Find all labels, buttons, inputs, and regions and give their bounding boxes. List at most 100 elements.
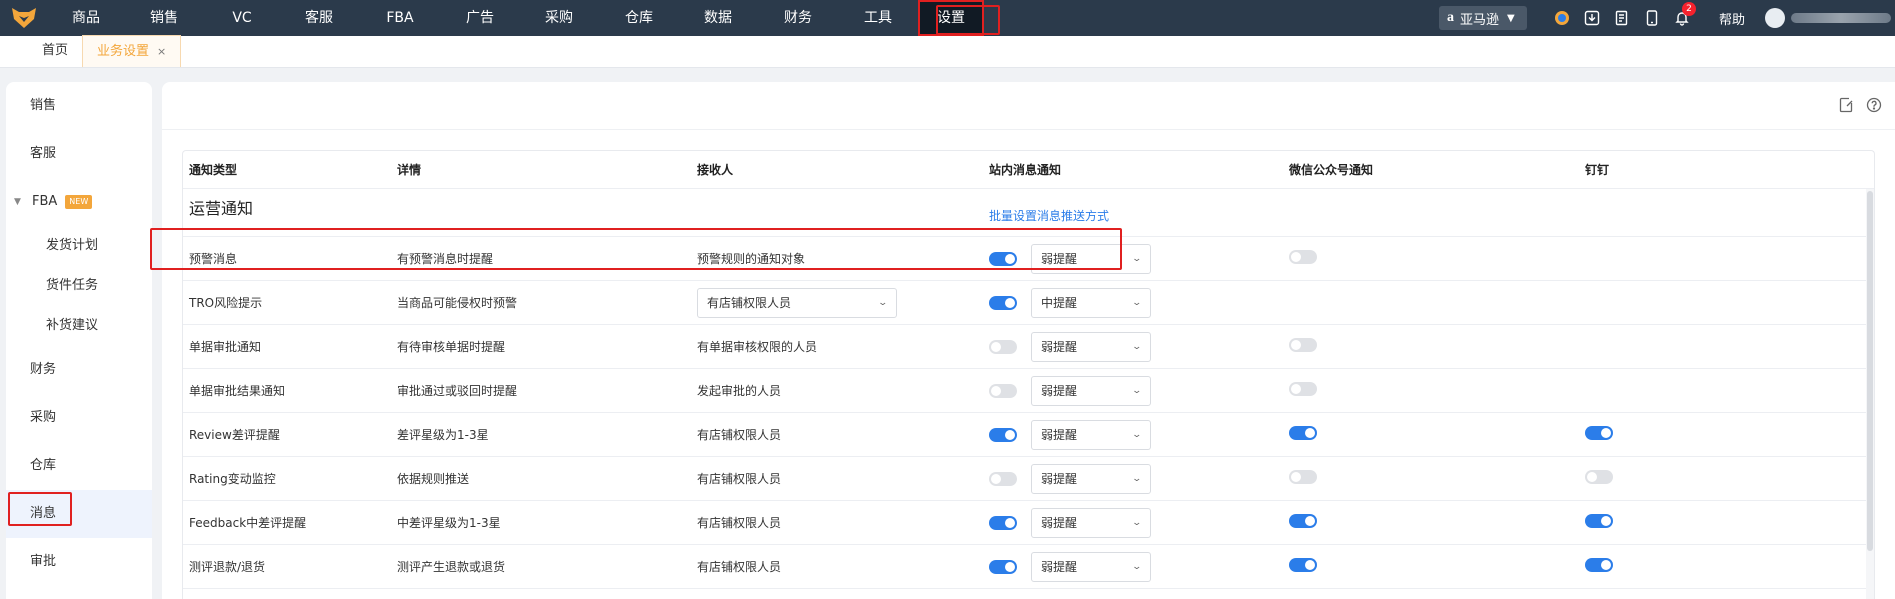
main-menu: 商品 销售 VC 客服 FBA 广告 采购 仓库 数据 财务 工具 设置 xyxy=(48,0,984,36)
sidebar-group-fba[interactable]: ▼ FBA NEW xyxy=(6,178,152,226)
table-header: 通知类型 详情 接收人 站内消息通知 微信公众号通知 钉钉 xyxy=(183,151,1874,189)
dingtalk-toggle[interactable] xyxy=(1585,470,1613,484)
row-wechat xyxy=(1289,250,1585,267)
site-message-toggle[interactable] xyxy=(989,295,1017,310)
download-icon[interactable] xyxy=(1577,0,1607,36)
reminder-level-select[interactable]: 弱提醒 ⌄ xyxy=(1031,375,1151,406)
header-type: 通知类型 xyxy=(189,163,238,177)
document-icon[interactable] xyxy=(1607,0,1637,36)
row-type: 预警消息 xyxy=(189,252,238,266)
wechat-toggle[interactable] xyxy=(1289,382,1317,396)
reminder-level-value: 弱提醒 xyxy=(1041,384,1078,398)
nav-item-6[interactable]: 采购 xyxy=(518,0,600,36)
wechat-toggle[interactable] xyxy=(1289,558,1317,572)
sidebar-item-replenish[interactable]: 补货建议 xyxy=(6,306,152,346)
row-wechat xyxy=(1289,514,1585,531)
chevron-down-icon: ⌄ xyxy=(1131,473,1143,484)
sidebar-item-service[interactable]: 客服 xyxy=(6,130,152,178)
table-body: 预警消息 有预警消息时提醒 预警规则的通知对象 弱提醒 ⌄ TRO风险提示 当商品可能侵权时… xyxy=(183,237,1874,589)
help-link[interactable]: 帮助 xyxy=(1719,9,1745,28)
sidebar-item-message[interactable]: 消息 xyxy=(6,490,152,538)
nav-item-11[interactable]: 设置 xyxy=(918,0,984,36)
feedback-icon[interactable] xyxy=(1837,96,1855,114)
nav-right: a 亚马逊 ▼ 2 帮助 xyxy=(1438,0,1895,36)
site-message-toggle[interactable] xyxy=(989,471,1017,486)
dingtalk-toggle[interactable] xyxy=(1585,514,1613,528)
reminder-level-select[interactable]: 弱提醒 ⌄ xyxy=(1031,331,1151,362)
dingtalk-toggle[interactable] xyxy=(1585,426,1613,440)
wechat-toggle[interactable] xyxy=(1289,250,1317,264)
wechat-toggle[interactable] xyxy=(1289,470,1317,484)
nav-item-10[interactable]: 工具 xyxy=(838,0,918,36)
receiver-select[interactable]: 有店铺权限人员 ⌄ xyxy=(697,287,897,318)
sidebar-item-approval[interactable]: 审批 xyxy=(6,538,152,586)
reminder-level-value: 中提醒 xyxy=(1041,296,1078,310)
tab-home[interactable]: 首页 xyxy=(28,35,82,67)
sidebar-item-sales[interactable]: 销售 xyxy=(6,82,152,130)
page-tab-bar: 首页 业务设置 × xyxy=(0,35,1895,68)
row-detail: 差评星级为1-3星 xyxy=(397,428,489,442)
site-message-toggle[interactable] xyxy=(989,427,1017,442)
reminder-level-select[interactable]: 弱提醒 ⌄ xyxy=(1031,243,1151,274)
avatar xyxy=(1765,8,1785,28)
site-message-toggle[interactable] xyxy=(989,559,1017,574)
row-dingtalk xyxy=(1585,426,1785,443)
settings-sidebar: 销售 客服 ▼ FBA NEW 发货计划 货件任务 补货建议 财务 采购 仓库 … xyxy=(6,82,152,599)
chevron-down-icon: ⌄ xyxy=(1131,385,1143,396)
reminder-level-select[interactable]: 中提醒 ⌄ xyxy=(1031,287,1151,318)
user-menu[interactable] xyxy=(1765,0,1895,36)
sidebar-item-shipping-plan[interactable]: 发货计划 xyxy=(6,226,152,266)
reminder-level-select[interactable]: 弱提醒 ⌄ xyxy=(1031,507,1151,538)
close-icon[interactable]: × xyxy=(157,36,166,68)
reminder-level-value: 弱提醒 xyxy=(1041,428,1078,442)
nav-item-4[interactable]: FBA xyxy=(358,0,442,36)
nav-item-1[interactable]: 销售 xyxy=(124,0,204,36)
sidebar-item-finance[interactable]: 财务 xyxy=(6,346,152,394)
bell-icon[interactable]: 2 xyxy=(1667,0,1697,36)
nav-item-7[interactable]: 仓库 xyxy=(600,0,678,36)
row-site-message: 弱提醒 ⌄ xyxy=(989,243,1289,274)
row-detail: 中差评星级为1-3星 xyxy=(397,516,501,530)
reminder-level-select[interactable]: 弱提醒 ⌄ xyxy=(1031,463,1151,494)
reminder-level-select[interactable]: 弱提醒 ⌄ xyxy=(1031,551,1151,582)
row-type: Review差评提醒 xyxy=(189,428,280,442)
dingtalk-toggle[interactable] xyxy=(1585,558,1613,572)
batch-setting-link[interactable]: 批量设置消息推送方式 xyxy=(989,189,1109,224)
scrollbar-thumb[interactable] xyxy=(1867,191,1873,551)
site-message-toggle[interactable] xyxy=(989,339,1017,354)
coin-icon[interactable] xyxy=(1547,0,1577,36)
top-nav: 商品 销售 VC 客服 FBA 广告 采购 仓库 数据 财务 工具 设置 a 亚马逊 ▼ 2 帮助 xyxy=(0,0,1895,36)
wechat-toggle[interactable] xyxy=(1289,426,1317,440)
nav-item-2[interactable]: VC xyxy=(204,0,280,36)
sidebar-item-shipment-task[interactable]: 货件任务 xyxy=(6,266,152,306)
marketplace-selector[interactable]: a 亚马逊 ▼ xyxy=(1438,6,1527,30)
sidebar-item-purchase[interactable]: 采购 xyxy=(6,394,152,442)
row-site-message: 弱提醒 ⌄ xyxy=(989,507,1289,538)
row-wechat xyxy=(1289,558,1585,575)
mobile-icon[interactable] xyxy=(1637,0,1667,36)
help-circle-icon[interactable] xyxy=(1865,96,1883,114)
nav-item-9[interactable]: 财务 xyxy=(758,0,838,36)
wechat-toggle[interactable] xyxy=(1289,514,1317,528)
site-message-toggle[interactable] xyxy=(989,251,1017,266)
reminder-level-select[interactable]: 弱提醒 ⌄ xyxy=(1031,419,1151,450)
table-row: TRO风险提示 当商品可能侵权时预警 有店铺权限人员 ⌄ 中提醒 ⌄ xyxy=(183,281,1874,325)
reminder-level-value: 弱提醒 xyxy=(1041,252,1078,266)
nav-item-0[interactable]: 商品 xyxy=(48,0,124,36)
amazon-icon: a xyxy=(1446,10,1454,25)
row-site-message: 弱提醒 ⌄ xyxy=(989,375,1289,406)
wechat-toggle[interactable] xyxy=(1289,338,1317,352)
site-message-toggle[interactable] xyxy=(989,515,1017,530)
triangle-down-icon: ▼ xyxy=(14,197,21,207)
site-message-toggle[interactable] xyxy=(989,383,1017,398)
nav-item-8[interactable]: 数据 xyxy=(678,0,758,36)
app-logo[interactable] xyxy=(0,0,48,36)
nav-item-3[interactable]: 客服 xyxy=(280,0,358,36)
nav-item-5[interactable]: 广告 xyxy=(442,0,518,36)
sidebar-item-warehouse[interactable]: 仓库 xyxy=(6,442,152,490)
row-receiver: 有店铺权限人员 ⌄ xyxy=(697,287,989,318)
row-site-message: 弱提醒 ⌄ xyxy=(989,331,1289,362)
row-site-message: 弱提醒 ⌄ xyxy=(989,419,1289,450)
tab-business-settings[interactable]: 业务设置 × xyxy=(82,35,182,68)
reminder-level-value: 弱提醒 xyxy=(1041,340,1078,354)
